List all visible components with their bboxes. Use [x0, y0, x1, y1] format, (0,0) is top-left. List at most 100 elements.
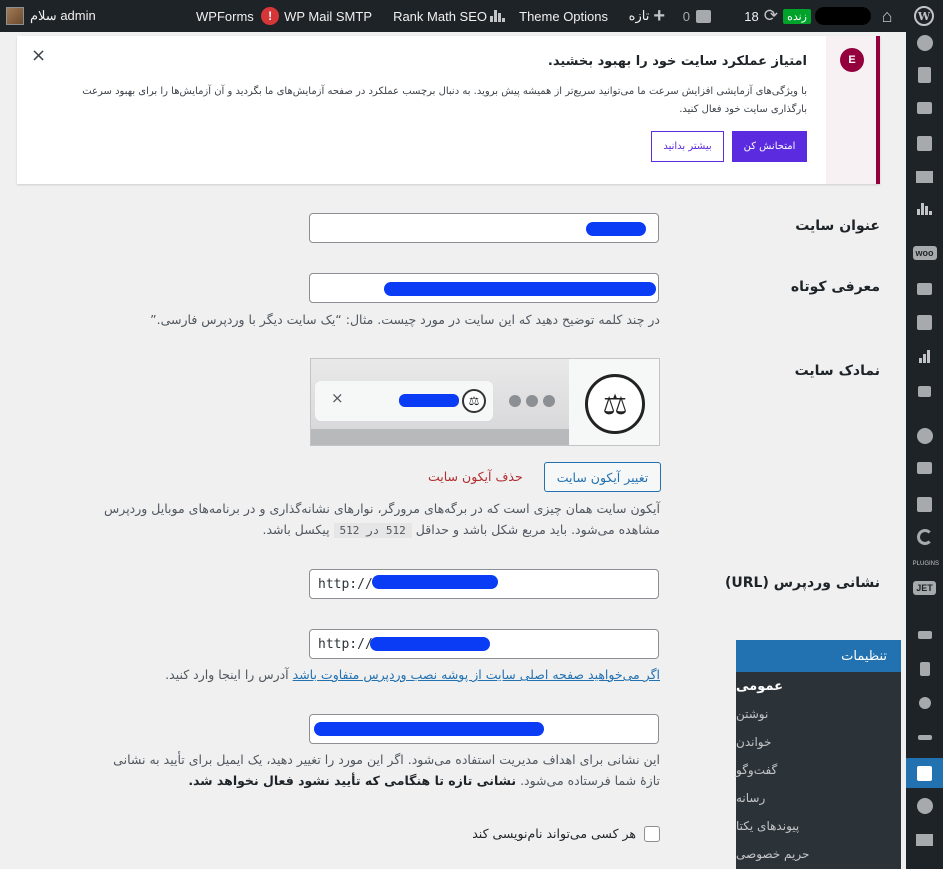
admin-bar: سلام admin WPForms ! WP Mail SMTP Rank M… — [0, 0, 943, 32]
users-icon[interactable] — [906, 688, 943, 718]
updates-count: 18 — [744, 8, 759, 24]
more-dots-icon — [509, 395, 555, 407]
calendar-icon[interactable] — [906, 489, 943, 519]
rank-math-icon — [490, 10, 505, 22]
rank-math-label: Rank Math SEO — [393, 8, 487, 24]
rank-math-menu[interactable]: Rank Math SEO — [393, 0, 505, 32]
admin-email-help-line2: تازهٔ شما فرستاده می‌شود. نشانی تازه تا … — [40, 770, 660, 791]
comments-menu[interactable]: 0 — [683, 0, 711, 32]
notice-description: با ویژگی‌های آزمایشی افزایش سرعت ما می‌ت… — [82, 86, 807, 115]
site-url-value: http:// — [318, 636, 373, 652]
site-icon-preview: × ⚖ ⚖ — [310, 358, 660, 446]
woo-tag: woo — [912, 246, 937, 260]
live-status[interactable]: زنده — [783, 0, 811, 32]
tagline-input[interactable] — [309, 273, 659, 303]
remove-site-icon-link[interactable]: حذف آیکون سایت — [428, 469, 523, 484]
wordpress-url-label: نشانی وردپرس (URL) — [724, 575, 880, 591]
close-icon[interactable]: × — [31, 45, 46, 66]
avatar — [6, 7, 24, 25]
site-icon-help: آیکون سایت همان چیزی است که در برگه‌های … — [40, 498, 660, 541]
theme-options-menu[interactable]: Theme Options — [519, 0, 608, 32]
elementor-performance-notice: E × امتیاز عملکرد سایت خود را بهبود بخشی… — [17, 36, 880, 184]
marketing-icon[interactable] — [906, 376, 943, 406]
alert-icon: ! — [261, 7, 280, 25]
wpforms-icon[interactable] — [906, 162, 943, 192]
wordpress-url-value: http:// — [318, 576, 373, 592]
plugins-icon[interactable] — [906, 654, 943, 684]
submenu-item-discussion[interactable]: گفت‌وگو — [736, 756, 901, 784]
submenu-item-general[interactable]: عمومی — [736, 672, 901, 700]
site-title-input[interactable] — [309, 213, 659, 243]
site-url-input[interactable]: http:// — [309, 629, 659, 659]
products-icon[interactable] — [906, 274, 943, 304]
refresh-icon: ⟳ — [763, 6, 778, 25]
submenu-item-permalinks[interactable]: پیوندهای یکتا — [736, 812, 901, 840]
site-url-help-link[interactable]: اگر می‌خواهید صفحه اصلی سایت از پوشه نصب… — [293, 667, 660, 682]
site-icon-label: نمادک سایت — [794, 363, 880, 379]
community-icon[interactable] — [906, 791, 943, 821]
account-greeting: سلام admin — [30, 8, 96, 23]
redaction-mark — [384, 282, 656, 296]
scales-icon: ⚖ — [585, 374, 645, 434]
wpforms-menu[interactable]: WPForms — [196, 0, 254, 32]
posts-icon[interactable] — [906, 60, 943, 90]
site-icon-help-line2: مشاهده می‌شود. باید مربع شکل باشد و حداق… — [40, 519, 660, 541]
admin-email-help-text: تازهٔ شما فرستاده می‌شود. — [520, 773, 660, 788]
site-icon-help-text-end: پیکسل باشد. — [262, 522, 330, 537]
updates-menu[interactable]: 18 ⟳ — [744, 0, 778, 32]
submenu-item-writing[interactable]: نوشتن — [736, 700, 901, 728]
wordpress-url-input[interactable]: http:// — [309, 569, 659, 599]
change-site-icon-button[interactable]: تغییر آیکون سایت — [544, 462, 661, 492]
dashboard-icon[interactable] — [906, 28, 943, 58]
admin-sidebar: woo PLUGINS JET — [906, 32, 943, 869]
wp-mail-smtp-label: WP Mail SMTP — [284, 8, 372, 24]
admin-email-input[interactable] — [309, 714, 659, 744]
try-it-button[interactable]: امتحانش کن — [732, 131, 807, 162]
redaction-mark — [314, 722, 544, 736]
plugins-tag: PLUGINS — [912, 561, 939, 567]
theme-icon[interactable] — [906, 522, 943, 552]
appearance-icon[interactable] — [906, 620, 943, 650]
comments-count: 0 — [682, 8, 690, 24]
jet-plugins-icon[interactable]: JET — [906, 573, 943, 603]
comment-bubble-icon — [696, 9, 711, 23]
wp-mail-smtp-menu[interactable]: ! WP Mail SMTP — [261, 0, 372, 32]
tagline-label: معرفی کوتاه — [790, 279, 880, 295]
rank-math-icon[interactable] — [906, 194, 943, 224]
settings-icon[interactable] — [906, 758, 943, 788]
site-url-help-rest: آدرس را اینجا وارد کنید. — [165, 667, 289, 682]
elementor-logo-icon: E — [840, 48, 864, 72]
site-title-label: عنوان سایت — [795, 218, 880, 234]
settings-submenu: تنظیمات عمومی نوشتن خواندن گفت‌وگو رسانه… — [736, 640, 901, 869]
settings-submenu-header[interactable]: تنظیمات — [736, 640, 901, 672]
comments-icon[interactable] — [906, 93, 943, 123]
submenu-item-reading[interactable]: خواندن — [736, 728, 901, 756]
live-badge: زنده — [783, 8, 811, 24]
redacted-site-name[interactable] — [815, 7, 871, 25]
payments-icon[interactable] — [906, 307, 943, 337]
site-icon-help-text: مشاهده می‌شود. باید مربع شکل باشد و حداق… — [415, 522, 660, 537]
templates-folder-icon[interactable] — [906, 453, 943, 483]
membership-checkbox[interactable] — [644, 826, 660, 842]
mail-icon[interactable] — [906, 825, 943, 855]
media-icon[interactable] — [906, 128, 943, 158]
elementor-icon[interactable] — [906, 421, 943, 451]
scales-icon: ⚖ — [462, 389, 486, 413]
notice-accent-stripe — [876, 36, 880, 184]
jet-tag: JET — [913, 581, 936, 595]
notice-title: امتیاز عملکرد سایت خود را بهبود بخشید. — [547, 54, 807, 69]
new-content-label: تازه — [628, 8, 650, 23]
account-menu[interactable]: سلام admin — [6, 0, 96, 32]
learn-more-button[interactable]: بیشتر بدانید — [651, 131, 724, 162]
redaction-mark — [370, 637, 490, 651]
analytics-icon[interactable] — [906, 342, 943, 372]
new-content-menu[interactable]: تازه + — [629, 0, 665, 32]
woocommerce-icon[interactable]: woo — [906, 238, 943, 268]
admin-email-help-bold: نشانی تازه تا هنگامی که تأیید نشود فعال … — [188, 773, 517, 788]
membership-label[interactable]: هر کسی می‌تواند نام‌نویسی کند — [440, 826, 636, 841]
submenu-item-media[interactable]: رسانه — [736, 784, 901, 812]
submenu-item-privacy[interactable]: حریم خصوصی — [736, 840, 901, 868]
tools-icon[interactable] — [906, 722, 943, 752]
home-icon[interactable]: ⌂ — [875, 0, 899, 32]
preview-browser-tab: × ⚖ — [315, 381, 493, 421]
